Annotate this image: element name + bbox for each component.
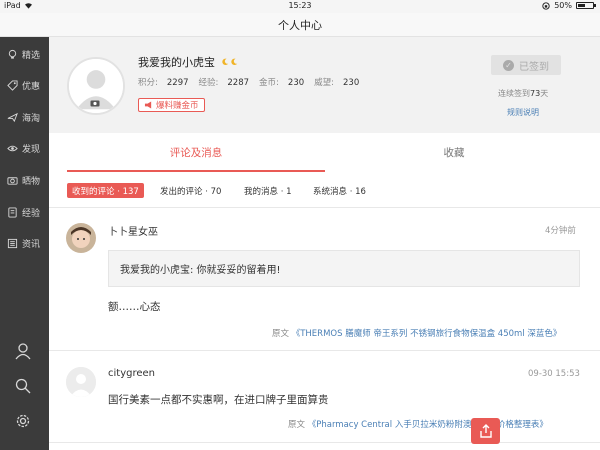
comment-avatar[interactable] xyxy=(66,223,96,253)
lock-rotation-icon xyxy=(542,1,550,10)
source-article-link[interactable]: 《Pharmacy Central 入手贝拉米奶粉附澳洲药房价格整理表》 xyxy=(308,420,548,430)
tab-favorites[interactable]: 收藏 xyxy=(325,133,583,171)
user-button[interactable] xyxy=(14,342,34,362)
user-icon xyxy=(15,343,31,360)
rules-link[interactable]: 规则说明 xyxy=(507,107,539,118)
camera-icon xyxy=(7,176,18,185)
sidebar-item-label: 优惠 xyxy=(22,81,41,92)
battery-fill xyxy=(578,4,585,7)
divider xyxy=(49,442,600,443)
profile-header: 我爱我的小虎宝 积分: 2297 经验: 2287 金币: 230 威望: 230 爆料… xyxy=(49,37,600,133)
baoliao-button[interactable]: 爆料赚金币 xyxy=(138,98,205,112)
eye-icon xyxy=(7,145,18,151)
sidebar-item-label: 海淘 xyxy=(22,113,41,124)
signin-label: 已签到 xyxy=(519,61,549,73)
check-icon: ✓ xyxy=(503,59,514,71)
tag-icon xyxy=(7,79,18,91)
gear-icon xyxy=(16,414,30,428)
tab-active-indicator xyxy=(67,170,325,172)
filter-system-messages[interactable]: 系统消息 · 16 xyxy=(308,183,371,198)
username: 我爱我的小虎宝 xyxy=(138,56,215,69)
book-icon xyxy=(8,206,17,218)
quoted-text: 我爱我的小虎宝: 你就妥妥的留着用! xyxy=(120,265,281,276)
tab-bar: 评论及消息 收藏 xyxy=(49,133,600,172)
signin-button[interactable]: ✓ 已签到 xyxy=(491,55,561,75)
comment-time: 4分钟前 xyxy=(545,226,576,236)
sidebar-item-label: 经验 xyxy=(22,208,41,219)
nav-bar: 个人中心 xyxy=(0,13,600,37)
baoliao-label: 爆料赚金币 xyxy=(156,101,199,111)
lightbulb-icon xyxy=(8,49,17,59)
source-article-link[interactable]: 《THERMOS 膳魔师 帝王系列 不锈钢旅行食物保温盒 450ml 深蓝色》 xyxy=(292,329,562,339)
status-bar: iPad 15:23 50% xyxy=(0,0,600,13)
comment-avatar[interactable] xyxy=(66,367,96,397)
sidebar-item-label: 资讯 xyxy=(22,239,41,250)
battery-icon xyxy=(576,2,596,9)
sidebar: 精选 优惠 海淘 发现 晒物 经验 资讯 xyxy=(0,37,49,450)
stat-experience: 经验: 2287 xyxy=(198,78,250,88)
status-right: 50% xyxy=(542,1,596,10)
sidebar-item-jingyan[interactable]: 经验 xyxy=(0,201,49,223)
stat-coins: 金币: 230 xyxy=(259,78,305,88)
comment-text: 国行美素一点都不实惠啊，在进口牌子里面算贵 xyxy=(108,394,329,406)
share-icon xyxy=(479,424,492,438)
sidebar-item-zixun[interactable]: 资讯 xyxy=(0,232,49,254)
username-row: 我爱我的小虎宝 xyxy=(138,54,238,70)
sidebar-item-label: 精选 xyxy=(22,50,41,61)
divider xyxy=(49,350,600,351)
comment-author[interactable]: citygreen xyxy=(108,368,155,379)
comment-time: 09-30 15:53 xyxy=(528,369,580,379)
stat-prestige: 威望: 230 xyxy=(314,78,360,88)
filter-sent-comments[interactable]: 发出的评论 · 70 xyxy=(155,183,226,198)
comment-text: 额……心态 xyxy=(108,301,161,313)
sidebar-item-faxian[interactable]: 发现 xyxy=(0,137,49,159)
signin-streak: 连续签到73天 xyxy=(498,89,549,98)
share-button[interactable] xyxy=(471,418,500,444)
sidebar-item-youhui[interactable]: 优惠 xyxy=(0,74,49,96)
comment-source: 原文 《Pharmacy Central 入手贝拉米奶粉附澳洲药房价格整理表》 xyxy=(288,420,548,430)
filter-received-comments[interactable]: 收到的评论 · 137 xyxy=(67,183,144,198)
camera-icon[interactable] xyxy=(90,99,100,107)
streak-days: 73 xyxy=(530,89,541,98)
child-photo-icon xyxy=(66,223,96,253)
comment-author[interactable]: 卜卜星女巫 xyxy=(108,223,158,238)
tab-comments-messages[interactable]: 评论及消息 xyxy=(67,133,325,171)
moon-icon xyxy=(231,58,238,66)
sidebar-item-shaiwu[interactable]: 晒物 xyxy=(0,169,49,191)
comment-source: 原文 《THERMOS 膳魔师 帝王系列 不锈钢旅行食物保温盒 450ml 深蓝… xyxy=(272,329,562,339)
battery-percent: 50% xyxy=(554,1,572,10)
level-badge xyxy=(221,58,238,66)
sidebar-item-label: 发现 xyxy=(22,144,41,155)
moon-icon xyxy=(222,58,229,66)
status-time: 15:23 xyxy=(288,1,312,10)
message-filters: 收到的评论 · 137 发出的评论 · 70 我的消息 · 1 系统消息 · 1… xyxy=(49,180,600,200)
user-stats: 积分: 2297 经验: 2287 金币: 230 威望: 230 xyxy=(138,76,359,88)
quoted-comment: 我爱我的小虎宝: 你就妥妥的留着用! xyxy=(108,250,580,287)
search-icon xyxy=(15,378,31,394)
default-avatar-icon xyxy=(66,367,96,397)
divider xyxy=(49,207,600,208)
sidebar-item-jingxuan[interactable]: 精选 xyxy=(0,43,49,65)
filter-my-messages[interactable]: 我的消息 · 1 xyxy=(239,183,297,198)
news-icon xyxy=(7,238,18,248)
sidebar-item-haitao[interactable]: 海淘 xyxy=(0,106,49,128)
page-title: 个人中心 xyxy=(278,19,322,32)
settings-button[interactable] xyxy=(14,412,34,432)
megaphone-icon xyxy=(144,101,152,109)
sidebar-item-label: 晒物 xyxy=(22,176,41,187)
plane-icon xyxy=(7,112,18,122)
search-button[interactable] xyxy=(14,377,34,397)
stat-points: 积分: 2297 xyxy=(138,78,189,88)
